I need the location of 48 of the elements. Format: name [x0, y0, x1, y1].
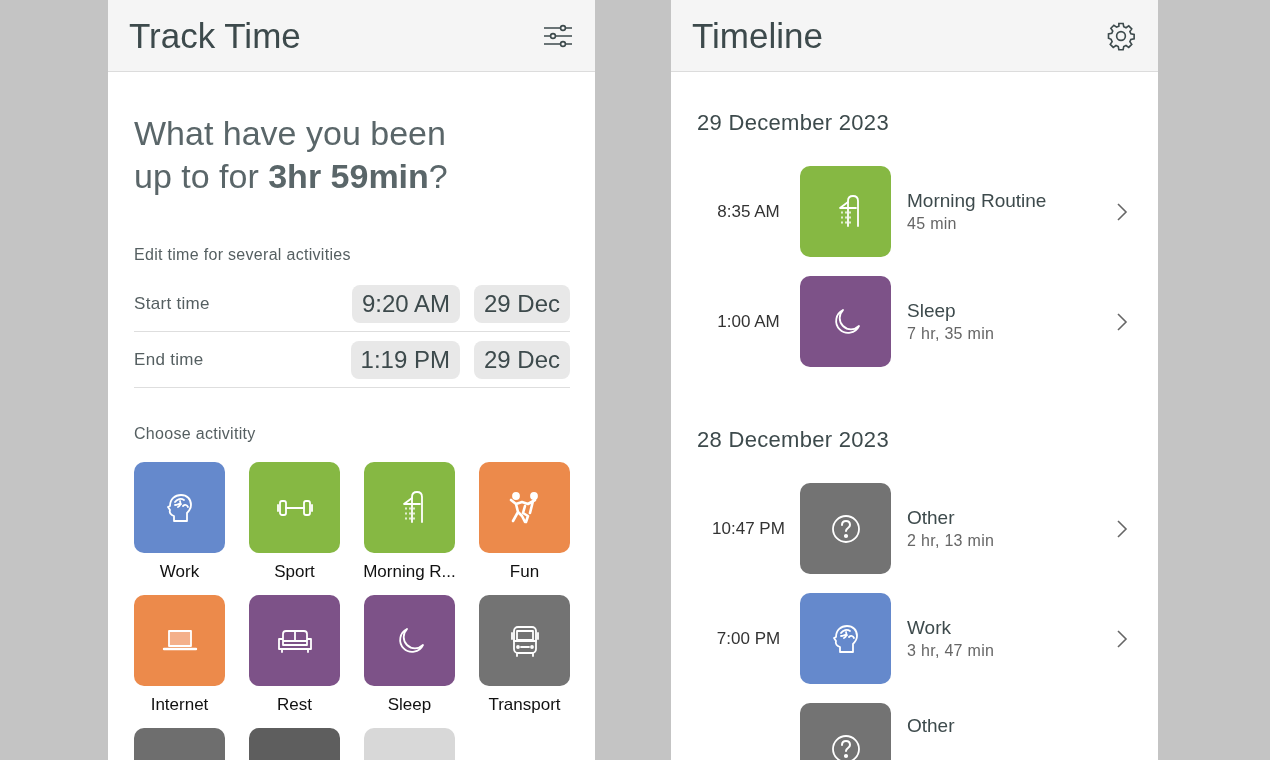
entry-time: 10:47 PM	[711, 518, 786, 539]
filter-sliders-icon[interactable]	[543, 23, 573, 48]
entry-name: Other	[907, 507, 956, 529]
activity-label: Sleep	[387, 695, 432, 716]
edit-time-label: Edit time for several activities	[134, 246, 352, 264]
activity-tile[interactable]	[364, 595, 455, 686]
activity-tile[interactable]	[364, 462, 455, 553]
chevron-right-icon[interactable]	[1116, 311, 1128, 332]
screen-title: Timeline	[692, 15, 823, 56]
activity-label: Work	[159, 562, 200, 583]
activity-tile[interactable]	[479, 595, 570, 686]
activity-tile[interactable]	[134, 595, 225, 686]
time-label: End time	[134, 349, 205, 370]
date-heading: 29 December 2023	[697, 110, 890, 136]
screen-title: Track Time	[129, 15, 301, 56]
entry-name: Sleep	[907, 300, 957, 322]
entry-time: 7:00 PM	[715, 628, 782, 649]
activity-tile[interactable]	[479, 462, 570, 553]
activity-label: Transport	[488, 695, 561, 716]
activity-label: Sport	[274, 562, 315, 583]
activity-label: Fun	[509, 562, 540, 583]
date-picker[interactable]: 29 Dec	[473, 284, 570, 323]
chevron-right-icon[interactable]	[1116, 518, 1128, 539]
entry-duration: 45 min	[907, 215, 958, 233]
time-picker[interactable]: 1:19 PM	[350, 340, 460, 379]
entry-duration: 7 hr, 35 min	[907, 325, 996, 343]
time-picker[interactable]: 9:20 AM	[351, 284, 460, 323]
entry-duration: 2 hr, 13 min	[907, 532, 996, 550]
activity-tile[interactable]	[249, 462, 340, 553]
activity-label: Morning R...	[363, 562, 456, 583]
entry-duration: 3 hr, 47 min	[907, 642, 996, 660]
entry-time: 1:00 AM	[716, 311, 781, 332]
entry-name: Morning Routine	[907, 190, 1048, 212]
activity-tile[interactable]	[249, 595, 340, 686]
date-picker[interactable]: 29 Dec	[473, 340, 570, 379]
date-heading: 28 December 2023	[697, 427, 890, 453]
choose-activity-label: Choose activitity	[134, 425, 257, 443]
entry-name: Other	[907, 715, 956, 737]
activity-label: Internet	[150, 695, 209, 716]
chevron-right-icon[interactable]	[1116, 628, 1128, 649]
time-label: Start time	[134, 293, 211, 314]
activity-tile[interactable]	[134, 462, 225, 553]
chevron-right-icon[interactable]	[1116, 201, 1128, 222]
settings-icon[interactable]	[1106, 20, 1136, 51]
activity-label: Rest	[277, 695, 312, 716]
entry-name: Work	[907, 617, 952, 639]
entry-time: 8:35 AM	[716, 201, 781, 222]
question-heading: What have you been up to for 3hr 59min?	[134, 113, 449, 197]
